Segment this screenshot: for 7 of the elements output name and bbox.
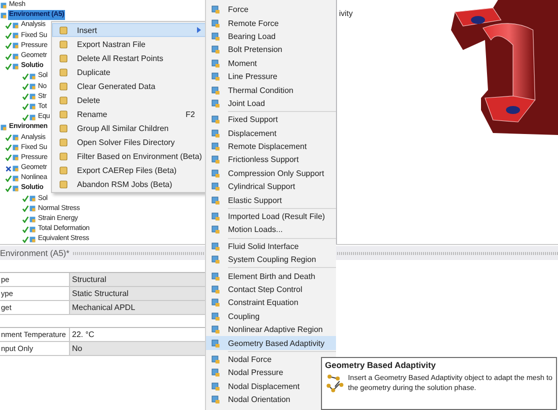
property-value: Structural — [70, 273, 205, 286]
property-value: Mechanical APDL — [70, 301, 205, 314]
viewport-title: ivity — [339, 9, 353, 18]
details-title: Environment (A5)* — [0, 248, 70, 258]
tooltip-title: Geometry Based Adaptivity — [325, 360, 437, 371]
property-value: Static Structural — [70, 287, 205, 300]
property-value: No — [70, 342, 205, 355]
